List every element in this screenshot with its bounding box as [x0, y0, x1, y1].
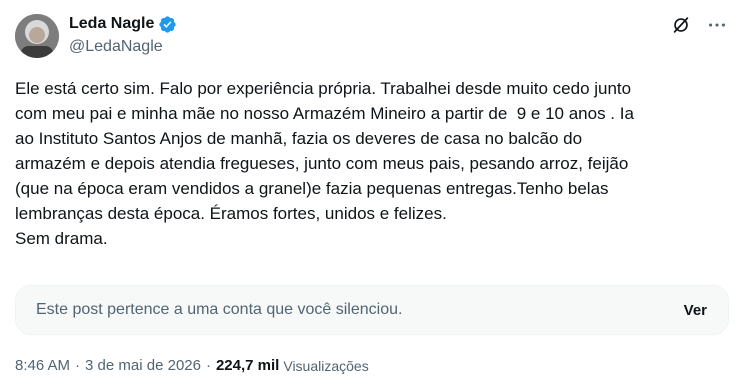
- see-post-button[interactable]: Ver: [684, 302, 707, 319]
- post-text: Ele está certo sim. Falo por experiência…: [15, 79, 634, 248]
- name-row: Leda Nagle: [69, 13, 177, 35]
- muted-quote-notice: Este post pertence a uma conta que você …: [15, 285, 729, 335]
- avatar-image: [15, 14, 59, 58]
- verified-badge-icon: [158, 15, 177, 34]
- post-metadata: 8:46 AM · 3 de mai de 2026 · 224,7 mil V…: [15, 357, 369, 374]
- user-handle[interactable]: @LedaNagle: [69, 37, 177, 57]
- views-count: 224,7 mil: [215, 357, 280, 374]
- more-options-icon[interactable]: [704, 12, 730, 38]
- post-actions: [668, 12, 730, 38]
- avatar[interactable]: [15, 14, 59, 58]
- meta-separator: ·: [75, 357, 81, 374]
- muted-notice-text: Este post pertence a uma conta que você …: [36, 301, 403, 318]
- post-card: Leda Nagle @LedaNagle Ele está certo sim…: [0, 0, 744, 390]
- muted-grok-icon[interactable]: [668, 12, 694, 38]
- views-label: Visualizações: [283, 357, 369, 374]
- meta-separator-2: ·: [205, 357, 211, 374]
- post-date[interactable]: 3 de mai de 2026: [85, 357, 201, 374]
- author-block: Leda Nagle @LedaNagle: [69, 13, 177, 57]
- post-time[interactable]: 8:46 AM: [15, 357, 70, 374]
- display-name[interactable]: Leda Nagle: [69, 14, 154, 34]
